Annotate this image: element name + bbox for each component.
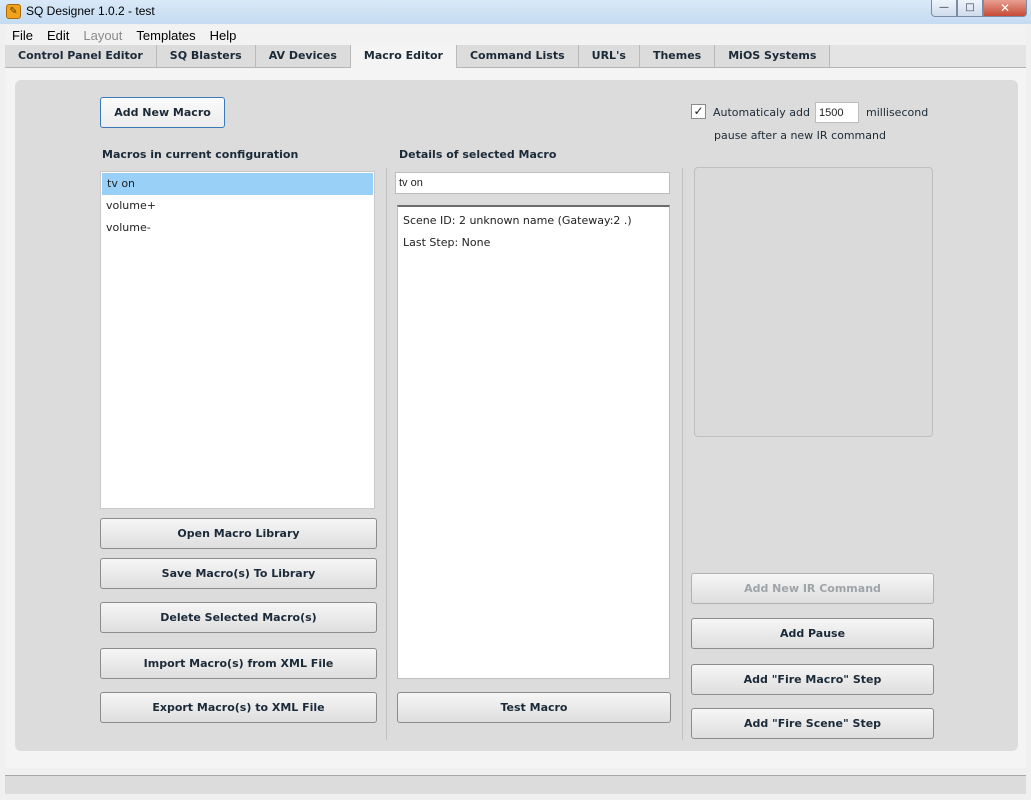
tab-command-lists[interactable]: Command Lists: [456, 45, 579, 67]
auto-pause-checkbox[interactable]: ✓: [691, 104, 706, 119]
save-macro-library-button[interactable]: Save Macro(s) To Library: [100, 558, 377, 589]
pencil-icon: ✎: [6, 4, 21, 19]
menu-file[interactable]: File: [5, 28, 40, 43]
test-macro-button[interactable]: Test Macro: [397, 692, 671, 723]
add-fire-macro-step-button[interactable]: Add "Fire Macro" Step: [691, 664, 934, 695]
tab-macro-editor[interactable]: Macro Editor: [350, 45, 457, 68]
divider-left: [386, 168, 387, 740]
app-window: ✎ SQ Designer 1.0.2 - test — □ ✕ File Ed…: [0, 0, 1031, 800]
maximize-button[interactable]: □: [957, 0, 983, 17]
details-title: Details of selected Macro: [399, 148, 557, 161]
tab-mios-systems[interactable]: MiOS Systems: [715, 45, 831, 67]
add-new-macro-button[interactable]: Add New Macro: [100, 97, 225, 128]
import-xml-button[interactable]: Import Macro(s) from XML File: [100, 648, 377, 679]
details-last-step-line: Last Step: None: [403, 236, 491, 249]
macro-name-field[interactable]: [395, 172, 670, 194]
menu-edit[interactable]: Edit: [40, 28, 76, 43]
pause-after-label: pause after a new IR command: [714, 129, 886, 142]
menu-templates[interactable]: Templates: [129, 28, 202, 43]
auto-add-label: Automaticaly add: [713, 106, 810, 119]
pause-ms-field[interactable]: [815, 102, 859, 123]
add-fire-scene-step-button[interactable]: Add "Fire Scene" Step: [691, 708, 934, 739]
menu-help[interactable]: Help: [203, 28, 244, 43]
millisecond-label: millisecond: [866, 106, 929, 119]
details-scene-line: Scene ID: 2 unknown name (Gateway:2 .): [403, 214, 632, 227]
add-pause-button[interactable]: Add Pause: [691, 618, 934, 649]
close-button[interactable]: ✕: [983, 0, 1027, 17]
window-controls: — □ ✕: [931, 0, 1027, 18]
divider-right: [682, 168, 683, 740]
command-preview-box: [694, 167, 933, 437]
title-bar: ✎ SQ Designer 1.0.2 - test — □ ✕: [0, 0, 1031, 24]
minimize-button[interactable]: —: [931, 0, 957, 17]
list-item-volume-up[interactable]: volume+: [101, 195, 374, 217]
open-macro-library-button[interactable]: Open Macro Library: [100, 518, 377, 549]
tab-urls[interactable]: URL's: [578, 45, 640, 67]
delete-macro-button[interactable]: Delete Selected Macro(s): [100, 602, 377, 633]
macro-list[interactable]: tv on volume+ volume-: [100, 171, 375, 509]
tab-control-panel-editor[interactable]: Control Panel Editor: [5, 45, 157, 67]
list-item-volume-down[interactable]: volume-: [101, 217, 374, 239]
list-item-tv-on[interactable]: tv on: [102, 173, 373, 195]
tab-av-devices[interactable]: AV Devices: [255, 45, 351, 67]
window-title: SQ Designer 1.0.2 - test: [26, 4, 155, 18]
menu-layout: Layout: [83, 27, 123, 43]
macro-details-box[interactable]: Scene ID: 2 unknown name (Gateway:2 .) L…: [397, 205, 670, 679]
status-bar: [5, 775, 1026, 794]
add-new-ir-command-button: Add New IR Command: [691, 573, 934, 604]
tab-sq-blasters[interactable]: SQ Blasters: [156, 45, 256, 67]
menu-bar: File Edit Layout Templates Help: [5, 25, 1026, 45]
tab-bar: Control Panel Editor SQ Blasters AV Devi…: [5, 45, 1026, 68]
macros-list-title: Macros in current configuration: [102, 148, 299, 161]
tab-themes[interactable]: Themes: [639, 45, 716, 67]
export-xml-button[interactable]: Export Macro(s) to XML File: [100, 692, 377, 723]
